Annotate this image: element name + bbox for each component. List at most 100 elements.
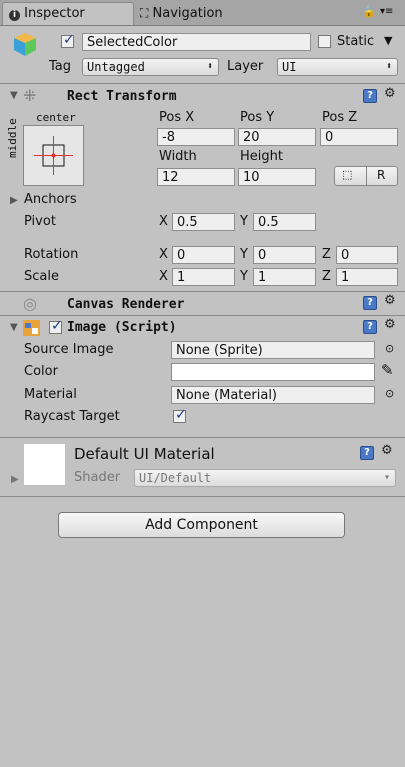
- help-icon[interactable]: ?: [363, 320, 377, 334]
- help-icon[interactable]: ?: [360, 446, 374, 460]
- static-checkbox[interactable]: [318, 35, 331, 48]
- raycast-target-label: Raycast Target: [24, 409, 120, 424]
- pivot-label: Pivot: [24, 214, 56, 229]
- pos-z-label: Pos Z: [322, 110, 358, 125]
- pivot-y-axis-label: Y: [240, 214, 248, 229]
- navigation-icon: ⛶: [140, 6, 149, 20]
- divider: [0, 83, 405, 84]
- image-enabled-checkbox[interactable]: ✓: [49, 318, 63, 334]
- layer-label: Layer: [227, 59, 264, 74]
- tag-value: Untagged: [87, 60, 145, 74]
- material-preview-thumbnail: [24, 444, 65, 485]
- divider: [0, 496, 405, 497]
- scale-z-axis-label: Z: [322, 269, 331, 284]
- shader-value: UI/Default: [139, 471, 212, 485]
- rotation-label: Rotation: [24, 247, 79, 262]
- gear-icon[interactable]: ⚙: [384, 317, 396, 332]
- divider: [366, 167, 367, 185]
- pos-z-field[interactable]: 0: [320, 128, 398, 146]
- gameobject-cube-icon: [12, 31, 38, 57]
- static-label: Static: [337, 34, 375, 49]
- image-component-title: Image (Script): [67, 320, 177, 335]
- canvas-renderer-icon: ◎: [23, 294, 37, 313]
- source-image-field[interactable]: None (Sprite): [171, 341, 375, 359]
- object-picker-icon[interactable]: ⊙: [385, 342, 394, 355]
- tab-inspector-label: Inspector: [24, 6, 85, 21]
- pivot-x-axis-label: X: [159, 214, 168, 229]
- dropdown-arrow-icon: ▾: [383, 472, 390, 483]
- height-label: Height: [240, 149, 283, 164]
- gear-icon[interactable]: ⚙: [384, 293, 396, 308]
- blueprint-mode-icon[interactable]: ⬚: [342, 168, 352, 181]
- color-field[interactable]: [171, 363, 375, 381]
- help-icon[interactable]: ?: [363, 89, 377, 103]
- add-component-button[interactable]: Add Component: [58, 512, 345, 538]
- object-picker-icon[interactable]: ⊙: [385, 387, 394, 400]
- rotation-z-field[interactable]: 0: [336, 246, 398, 264]
- tab-navigation[interactable]: ⛶ Navigation: [134, 2, 270, 24]
- help-icon[interactable]: ?: [363, 296, 377, 310]
- static-dropdown-arrow-icon[interactable]: ▼: [384, 34, 392, 47]
- rect-transform-icon: ⁜: [23, 86, 37, 105]
- active-checkbox[interactable]: ✓: [61, 32, 75, 48]
- color-label: Color: [24, 364, 58, 379]
- tag-label: Tag: [49, 59, 72, 74]
- pos-x-label: Pos X: [159, 110, 195, 125]
- rotation-x-axis-label: X: [159, 247, 168, 262]
- scale-x-axis-label: X: [159, 269, 168, 284]
- tab-navigation-label: Navigation: [152, 6, 223, 21]
- anchor-vertical-label: middle: [6, 118, 19, 158]
- pos-x-field[interactable]: -8: [157, 128, 235, 146]
- material-field[interactable]: None (Material): [171, 386, 375, 404]
- eyedropper-icon[interactable]: ✎: [381, 361, 394, 379]
- gear-icon[interactable]: ⚙: [384, 86, 396, 101]
- anchor-presets-button[interactable]: [23, 125, 84, 186]
- lock-icon[interactable]: 🔒: [362, 5, 376, 18]
- raw-edit-group: ⬚ R: [334, 166, 398, 186]
- width-field[interactable]: 12: [157, 168, 235, 186]
- scale-z-field[interactable]: 1: [336, 268, 398, 286]
- material-title: Default UI Material: [74, 445, 215, 463]
- pos-y-label: Pos Y: [240, 110, 275, 125]
- scale-label: Scale: [24, 269, 59, 284]
- divider: [0, 315, 405, 316]
- layer-value: UI: [282, 60, 297, 74]
- expand-arrow-icon[interactable]: ▶: [10, 195, 18, 206]
- inspector-window: i Inspector ⛶ Navigation 🔒 ▾≡ ✓ Selected…: [0, 0, 405, 767]
- rotation-y-axis-label: Y: [240, 247, 248, 262]
- tag-dropdown[interactable]: Untagged ⬍: [82, 58, 219, 76]
- pivot-x-field[interactable]: 0.5: [172, 213, 235, 231]
- scale-y-axis-label: Y: [240, 269, 248, 284]
- rotation-z-axis-label: Z: [322, 247, 331, 262]
- info-icon: i: [9, 10, 20, 21]
- tab-inspector[interactable]: i Inspector: [2, 2, 134, 25]
- anchors-label[interactable]: Anchors: [24, 191, 77, 209]
- source-image-label: Source Image: [24, 342, 114, 357]
- shader-dropdown[interactable]: UI/Default ▾: [134, 469, 396, 487]
- expand-arrow-icon[interactable]: ▶: [11, 474, 19, 485]
- collapse-arrow-icon[interactable]: ▼: [10, 322, 18, 333]
- gameobject-name-field[interactable]: SelectedColor: [82, 33, 311, 51]
- pos-y-field[interactable]: 20: [238, 128, 316, 146]
- scale-y-field[interactable]: 1: [253, 268, 316, 286]
- rotation-x-field[interactable]: 0: [172, 246, 235, 264]
- scale-x-field[interactable]: 1: [172, 268, 235, 286]
- dropdown-arrow-icon: ⬍: [385, 61, 392, 72]
- divider: [0, 437, 405, 438]
- layer-dropdown[interactable]: UI ⬍: [277, 58, 398, 76]
- raycast-target-checkbox[interactable]: ✓: [173, 407, 187, 423]
- rect-transform-title: Rect Transform: [67, 89, 177, 104]
- collapse-arrow-icon[interactable]: ▼: [10, 90, 18, 101]
- image-component-icon: [23, 320, 40, 336]
- menu-icon[interactable]: ▾≡: [380, 6, 393, 17]
- divider: [0, 291, 405, 292]
- pivot-y-field[interactable]: 0.5: [253, 213, 316, 231]
- raw-edit-button[interactable]: R: [377, 168, 385, 182]
- height-field[interactable]: 10: [238, 168, 316, 186]
- width-label: Width: [159, 149, 197, 164]
- gear-icon[interactable]: ⚙: [381, 443, 393, 458]
- canvas-renderer-title: Canvas Renderer: [67, 297, 185, 312]
- rotation-y-field[interactable]: 0: [253, 246, 316, 264]
- dropdown-arrow-icon: ⬍: [206, 61, 213, 72]
- tab-bar: i Inspector ⛶ Navigation 🔒 ▾≡: [0, 0, 405, 26]
